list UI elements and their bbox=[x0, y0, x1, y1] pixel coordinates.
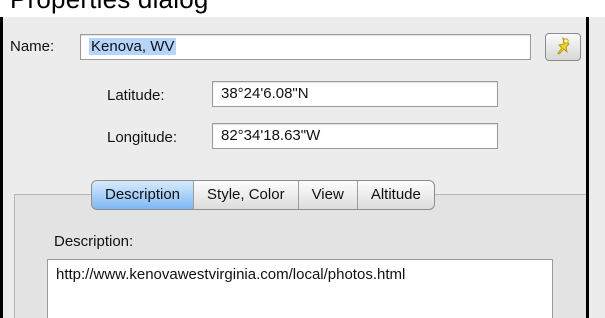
name-selected-text: Kenova, WV bbox=[89, 38, 177, 55]
name-label: Name: bbox=[10, 38, 55, 55]
properties-window: Properties dialog Name: Kenova, WV Latit… bbox=[0, 0, 605, 318]
tab-bar: Description Style, Color View Altitude bbox=[91, 180, 435, 210]
tab-style-color[interactable]: Style, Color bbox=[194, 181, 299, 209]
pushpin-icon bbox=[557, 36, 570, 55]
right-border bbox=[586, 17, 589, 318]
description-textarea[interactable]: http://www.kenovawestvirginia.com/local/… bbox=[47, 259, 553, 318]
longitude-label: Longitude: bbox=[107, 129, 178, 146]
name-input[interactable]: Kenova, WV bbox=[80, 34, 531, 60]
window-title: Properties dialog bbox=[10, 0, 209, 15]
latitude-label: Latitude: bbox=[107, 87, 165, 104]
tab-description[interactable]: Description bbox=[92, 181, 195, 209]
tab-view[interactable]: View bbox=[299, 181, 358, 209]
latitude-input[interactable]: 38°24'6.08"N bbox=[212, 81, 498, 107]
longitude-input[interactable]: 82°34'18.63"W bbox=[212, 123, 498, 149]
tab-altitude[interactable]: Altitude bbox=[358, 181, 434, 209]
pin-button[interactable] bbox=[545, 33, 581, 61]
title-strip: Properties dialog bbox=[0, 0, 605, 17]
description-label: Description: bbox=[54, 233, 134, 250]
